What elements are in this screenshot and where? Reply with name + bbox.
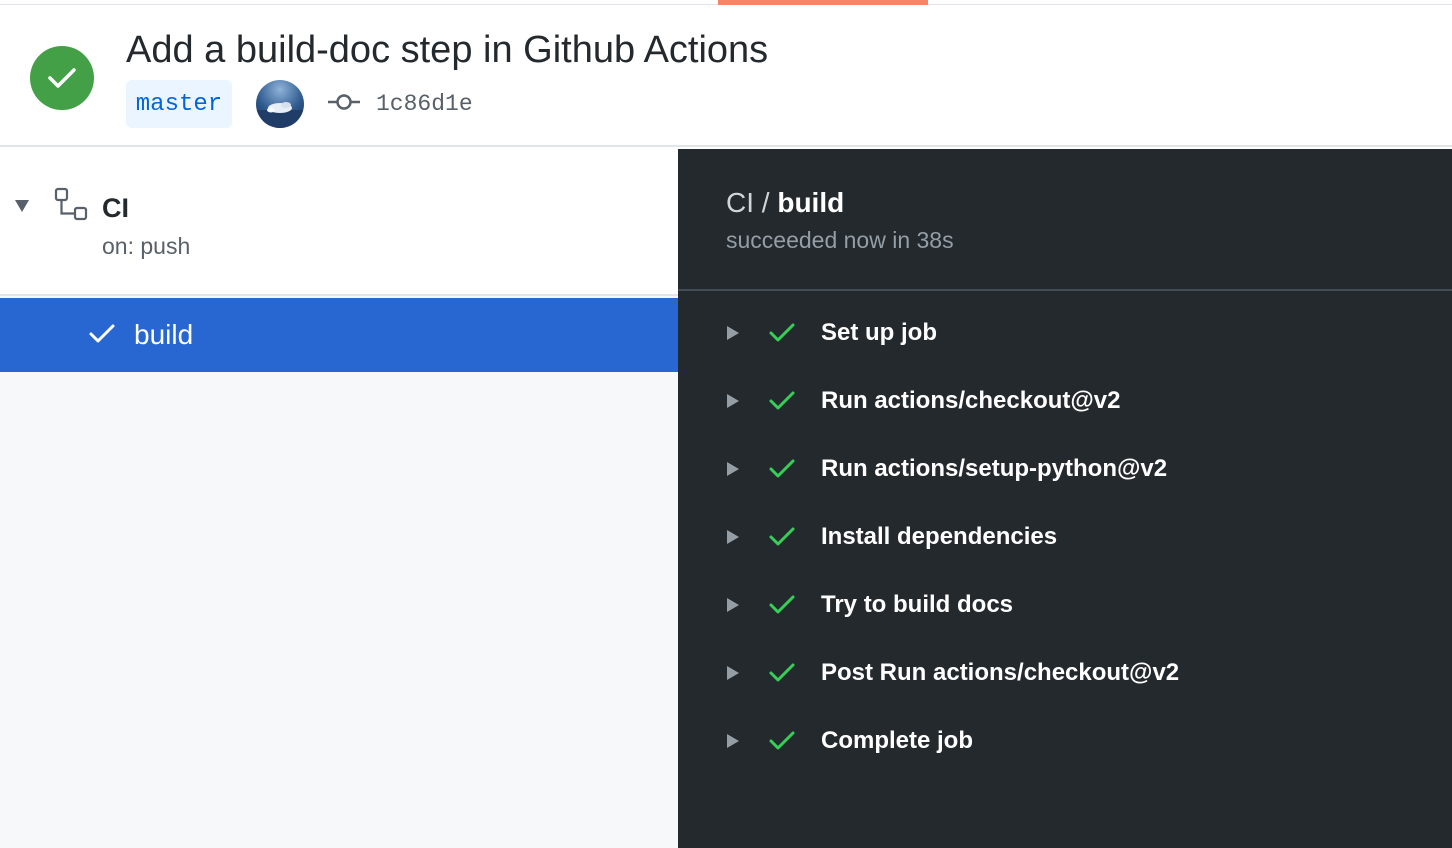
log-title-workflow: CI bbox=[726, 187, 754, 218]
workflow-icon bbox=[54, 187, 88, 221]
run-header: Add a build-doc step in Github Actions m… bbox=[0, 5, 1452, 147]
check-icon bbox=[769, 323, 795, 342]
check-icon bbox=[89, 324, 115, 343]
job-log-panel: CI / build succeeded now in 38s Set up j… bbox=[678, 149, 1452, 848]
step-label: Set up job bbox=[821, 319, 937, 346]
log-title-job: build bbox=[777, 187, 845, 218]
step-label: Try to build docs bbox=[821, 591, 1014, 618]
check-icon bbox=[769, 527, 795, 546]
triangle-right-icon bbox=[727, 530, 739, 544]
log-title-separator: / bbox=[754, 187, 778, 218]
job-label: build bbox=[134, 319, 194, 350]
git-commit-icon bbox=[328, 94, 360, 110]
log-title: CI / build bbox=[726, 185, 844, 221]
branch-link[interactable]: master bbox=[126, 80, 232, 128]
workflow-name[interactable]: CI bbox=[102, 191, 129, 225]
workflow-summary: CI on: push bbox=[0, 149, 678, 296]
step-label: Post Run actions/checkout@v2 bbox=[821, 659, 1180, 686]
triangle-right-icon bbox=[727, 394, 739, 408]
job-status-text: succeeded now in 38s bbox=[726, 227, 954, 253]
step-complete-job[interactable]: Complete job bbox=[678, 707, 1452, 775]
run-title: Add a build-doc step in Github Actions bbox=[126, 29, 769, 71]
check-icon bbox=[769, 731, 795, 750]
triangle-down-icon[interactable] bbox=[14, 199, 30, 213]
step-set-up-job[interactable]: Set up job bbox=[678, 299, 1452, 367]
triangle-right-icon bbox=[727, 666, 739, 680]
step-post-run-checkout[interactable]: Post Run actions/checkout@v2 bbox=[678, 639, 1452, 707]
step-label: Run actions/setup-python@v2 bbox=[821, 455, 1168, 482]
step-run-checkout[interactable]: Run actions/checkout@v2 bbox=[678, 367, 1452, 435]
step-install-dependencies[interactable]: Install dependencies bbox=[678, 503, 1452, 571]
success-status-icon bbox=[30, 46, 94, 110]
commit-sha-link[interactable]: 1c86d1e bbox=[376, 89, 473, 119]
workflow-trigger: on: push bbox=[102, 233, 191, 259]
triangle-right-icon bbox=[727, 326, 739, 340]
triangle-right-icon bbox=[727, 462, 739, 476]
step-run-setup-python[interactable]: Run actions/setup-python@v2 bbox=[678, 435, 1452, 503]
step-try-build-docs[interactable]: Try to build docs bbox=[678, 571, 1452, 639]
log-header: CI / build succeeded now in 38s bbox=[678, 149, 1452, 291]
step-label: Run actions/checkout@v2 bbox=[821, 387, 1121, 414]
check-icon bbox=[769, 663, 795, 682]
step-label: Complete job bbox=[821, 727, 974, 754]
author-avatar[interactable] bbox=[256, 80, 304, 128]
check-icon bbox=[769, 391, 795, 410]
step-label: Install dependencies bbox=[821, 523, 1058, 550]
job-item-build[interactable]: build bbox=[0, 298, 678, 372]
triangle-right-icon bbox=[727, 598, 739, 612]
triangle-right-icon bbox=[727, 734, 739, 748]
check-icon bbox=[769, 595, 795, 614]
check-icon bbox=[48, 68, 76, 88]
workflow-sidebar: CI on: push build bbox=[0, 149, 678, 848]
check-icon bbox=[769, 459, 795, 478]
